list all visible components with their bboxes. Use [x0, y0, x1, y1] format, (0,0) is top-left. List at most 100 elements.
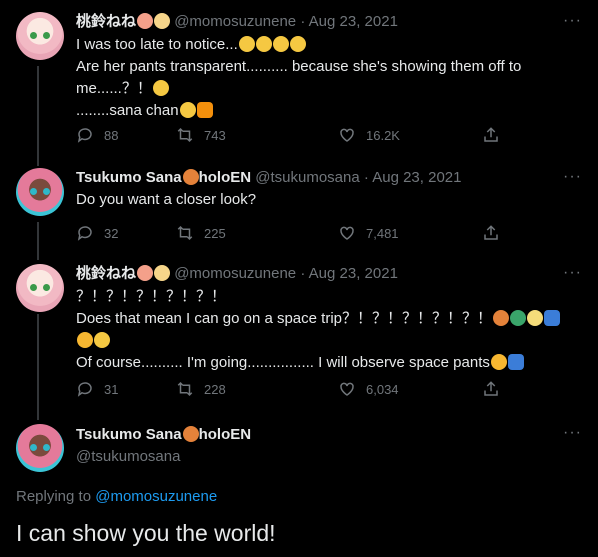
- sun-emoji: [77, 332, 93, 348]
- display-name[interactable]: Tsukumo Sana holoEN: [76, 169, 251, 186]
- retweet-icon: [177, 225, 193, 241]
- retweet-count: 228: [204, 381, 226, 397]
- retweet-count: 743: [204, 127, 226, 143]
- tweet-line: Are her pants transparent.......... beca…: [76, 58, 522, 75]
- reply-button[interactable]: 32: [76, 224, 118, 242]
- reply-count: 32: [104, 225, 119, 241]
- reply-count: 88: [104, 127, 119, 143]
- like-count: 16.2K: [366, 127, 400, 143]
- tweet[interactable]: Tsukumo Sana holoEN @tsukumosana · Aug 23…: [0, 168, 598, 248]
- retweet-count: 225: [204, 225, 226, 241]
- tweet-actions: 88 743 16.2K: [76, 126, 506, 146]
- retweet-icon: [177, 381, 193, 397]
- relieved-face-emoji: [255, 36, 272, 52]
- replying-to-label: Replying to: [16, 488, 92, 505]
- heart-icon: [340, 382, 354, 396]
- share-button[interactable]: [482, 380, 510, 398]
- share-icon: [484, 225, 498, 240]
- like-count: 6,034: [366, 381, 399, 397]
- ringed-planet-emoji: [182, 426, 199, 442]
- tweet-text: Do you want a closer look?: [76, 189, 256, 211]
- like-button[interactable]: 7,481: [338, 224, 399, 242]
- tweet-line: Do you want a closer look?: [76, 191, 257, 208]
- share-icon: [484, 127, 498, 142]
- tweet-header: 桃鈴ねね @momosuzunene · Aug 23, 2021: [76, 12, 398, 32]
- retweet-icon: [177, 127, 193, 143]
- reply-count: 31: [104, 381, 119, 397]
- ringed-planet-emoji: [493, 310, 509, 326]
- timestamp[interactable]: Aug 23, 2021: [309, 13, 398, 30]
- tweet-line: Of course.......... I'm going...........…: [76, 352, 560, 374]
- avatar[interactable]: [16, 264, 64, 312]
- more-options-icon[interactable]: ···: [563, 12, 582, 30]
- share-button[interactable]: [482, 224, 510, 242]
- reply-button[interactable]: 31: [76, 380, 118, 398]
- like-count: 7,481: [366, 225, 399, 241]
- display-name[interactable]: 桃鈴ねね: [76, 265, 136, 282]
- winking-face-emoji: [179, 102, 196, 118]
- avatar[interactable]: [16, 424, 64, 472]
- tweet-text: I was too late to notice... Are her pant…: [76, 34, 521, 122]
- like-button[interactable]: 16.2K: [338, 126, 400, 144]
- reply-icon: [77, 382, 92, 397]
- handle[interactable]: @tsukumosana: [76, 448, 180, 465]
- tweet-actions: 31 228 6,034: [76, 380, 506, 400]
- handle[interactable]: @momosuzunene: [174, 265, 296, 282]
- more-options-icon[interactable]: ···: [563, 424, 582, 442]
- share-button[interactable]: [482, 126, 510, 144]
- briefs-emoji: [507, 354, 524, 370]
- tweet-line: ？！？！？！？！？！: [76, 288, 227, 305]
- avatar[interactable]: [16, 168, 64, 216]
- tweet-line: Does that mean I can go on a space trip？…: [76, 308, 560, 330]
- orange-heart-emoji: [196, 102, 213, 118]
- peach-emoji: [137, 265, 154, 281]
- heart-icon: [340, 128, 354, 142]
- like-button[interactable]: 6,034: [338, 380, 399, 398]
- share-icon: [484, 381, 498, 396]
- reply-button[interactable]: 88: [76, 126, 118, 144]
- tweet[interactable]: 桃鈴ねね @momosuzunene · Aug 23, 2021 ··· I …: [0, 12, 598, 152]
- bun-emoji: [154, 13, 171, 29]
- tweet-line: ........sana chan: [76, 100, 521, 122]
- retweet-button[interactable]: 225: [176, 224, 226, 242]
- relieved-face-emoji: [289, 36, 306, 52]
- retweet-button[interactable]: 228: [176, 380, 226, 398]
- heart-icon: [340, 226, 354, 240]
- tweet-line: [76, 330, 560, 352]
- reply-icon: [77, 226, 92, 241]
- handle[interactable]: @momosuzunene: [174, 13, 296, 30]
- separator-dot: ·: [363, 169, 369, 186]
- tweet-line: I was too late to notice...: [76, 34, 521, 56]
- tweet[interactable]: 桃鈴ねね @momosuzunene · Aug 23, 2021 ··· ？！…: [0, 264, 598, 404]
- handle[interactable]: @tsukumosana: [255, 169, 359, 186]
- tweet-line: me......？！: [76, 78, 521, 100]
- peach-emoji: [137, 13, 154, 29]
- timestamp[interactable]: Aug 23, 2021: [372, 169, 461, 186]
- bun-emoji: [154, 265, 171, 281]
- display-name[interactable]: Tsukumo Sana holoEN: [76, 426, 251, 443]
- relieved-face-emoji: [272, 36, 289, 52]
- tweet-actions: 32 225 7,481: [76, 224, 506, 244]
- more-options-icon[interactable]: ···: [563, 264, 582, 282]
- replying-to: Replying to @momosuzunene: [16, 488, 217, 505]
- separator-dot: ·: [300, 265, 306, 282]
- tweet-header: 桃鈴ねね @momosuzunene · Aug 23, 2021: [76, 264, 398, 284]
- reply-icon: [77, 128, 92, 143]
- more-options-icon[interactable]: ···: [563, 168, 582, 186]
- tweet-header: Tsukumo Sana holoEN @tsukumosana: [76, 424, 251, 468]
- monocle-face-emoji: [152, 80, 169, 96]
- avatar[interactable]: [16, 12, 64, 60]
- sun-emoji: [490, 354, 507, 370]
- mention-link[interactable]: @momosuzunene: [95, 488, 217, 505]
- full-moon-emoji: [527, 310, 543, 326]
- focus-tweet-text: I can show you the world!: [16, 520, 276, 546]
- relieved-face-emoji: [238, 36, 255, 52]
- ringed-planet-emoji: [182, 169, 199, 185]
- briefs-emoji: [544, 310, 560, 326]
- globe-emoji: [510, 310, 526, 326]
- timestamp[interactable]: Aug 23, 2021: [309, 265, 398, 282]
- tweet-header: Tsukumo Sana holoEN @tsukumosana · Aug 23…: [76, 168, 461, 188]
- retweet-button[interactable]: 743: [176, 126, 226, 144]
- separator-dot: ·: [300, 13, 306, 30]
- display-name[interactable]: 桃鈴ねね: [76, 13, 136, 30]
